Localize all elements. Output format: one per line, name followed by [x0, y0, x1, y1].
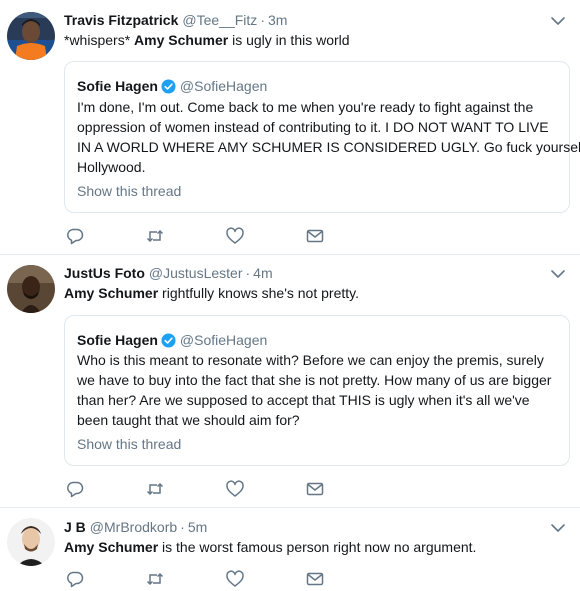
- tweet-text-bold: Amy Schumer: [64, 539, 159, 555]
- avatar[interactable]: [7, 265, 55, 313]
- quoted-author-name: Sofie Hagen: [77, 332, 158, 348]
- show-thread-link[interactable]: Show this thread: [77, 182, 181, 200]
- verified-badge-icon: [161, 333, 176, 348]
- message-icon[interactable]: [305, 569, 325, 589]
- separator: ·: [180, 519, 185, 535]
- tweet-text-part: *whispers*: [64, 32, 135, 48]
- quoted-text-line: Who is this meant to resonate with? Befo…: [77, 352, 544, 368]
- quoted-author-handle: @SofieHagen: [179, 78, 268, 94]
- quoted-tweet-text: Who is this meant to resonate with? Befo…: [77, 350, 563, 430]
- show-thread-link[interactable]: Show this thread: [77, 435, 181, 453]
- author-name[interactable]: Travis Fitzpatrick: [64, 12, 178, 28]
- message-icon[interactable]: [305, 226, 325, 246]
- quoted-author-name: Sofie Hagen: [77, 78, 158, 94]
- separator: ·: [260, 12, 265, 28]
- quoted-text-line: Hollywood.: [77, 159, 146, 175]
- quoted-text-line: oppression of women instead of contribut…: [77, 119, 549, 135]
- tweet-header: J B @MrBrodkorb · 5m: [64, 518, 207, 536]
- reply-icon[interactable]: [65, 569, 85, 589]
- quoted-tweet-header: Sofie Hagen @SofieHagen: [77, 77, 267, 95]
- quoted-text-line: we have to buy into the fact that she is…: [77, 372, 552, 388]
- quoted-text-line: been taught that we should aim for?: [77, 412, 300, 428]
- chevron-down-icon[interactable]: [550, 266, 566, 282]
- heart-icon[interactable]: [225, 479, 245, 499]
- quoted-tweet[interactable]: Sofie Hagen @SofieHagen Who is this meant…: [64, 315, 570, 466]
- quoted-tweet-header: Sofie Hagen @SofieHagen: [77, 331, 267, 349]
- retweet-icon[interactable]: [145, 226, 165, 246]
- separator: ·: [245, 265, 251, 281]
- retweet-icon[interactable]: [145, 479, 165, 499]
- verified-badge-icon: [161, 79, 176, 94]
- tweet-text-part: rightfully knows she's not pretty.: [158, 285, 359, 301]
- tweet-text: *whispers* Amy Schumer is ugly in this w…: [64, 31, 564, 50]
- tweet-text-part: is ugly in this world: [228, 32, 350, 48]
- reply-icon[interactable]: [65, 479, 85, 499]
- tweet-text: Amy Schumer is the worst famous person r…: [64, 538, 564, 557]
- quoted-text-line: IN A WORLD WHERE AMY SCHUMER IS CONSIDER…: [77, 139, 580, 155]
- author-handle[interactable]: @JustusLester: [149, 265, 243, 281]
- tweet-text-bold: Amy Schumer: [134, 32, 229, 48]
- author-name[interactable]: JustUs Foto: [64, 265, 145, 281]
- author-handle[interactable]: @Tee__Fitz: [182, 12, 257, 28]
- tweet-text-part: is the worst famous person right now no …: [158, 539, 477, 555]
- author-handle[interactable]: @MrBrodkorb: [90, 519, 177, 535]
- quoted-text-line: than her? Are we supposed to accept that…: [77, 392, 530, 408]
- chevron-down-icon[interactable]: [550, 520, 566, 536]
- message-icon[interactable]: [305, 479, 325, 499]
- quoted-text-line: I'm done, I'm out. Come back to me when …: [77, 99, 534, 115]
- avatar[interactable]: [7, 518, 55, 566]
- chevron-down-icon[interactable]: [550, 13, 566, 29]
- tweet-text-bold: Amy Schumer: [64, 285, 159, 301]
- author-name[interactable]: J B: [64, 519, 86, 535]
- tweet[interactable]: Travis Fitzpatrick @Tee__Fitz · 3m *whisper…: [0, 0, 580, 255]
- timestamp[interactable]: 5m: [188, 519, 207, 535]
- timestamp[interactable]: 4m: [253, 265, 272, 281]
- heart-icon[interactable]: [225, 226, 245, 246]
- quoted-tweet-text: I'm done, I'm out. Come back to me when …: [77, 97, 580, 177]
- tweet-header: Travis Fitzpatrick @Tee__Fitz · 3m: [64, 11, 287, 29]
- tweet-actions: [64, 226, 334, 246]
- tweet-actions: [64, 479, 334, 499]
- tweet-actions: [64, 569, 334, 589]
- tweet[interactable]: J B @MrBrodkorb · 5m Amy Schumer is the wor…: [0, 508, 580, 591]
- heart-icon[interactable]: [225, 569, 245, 589]
- tweet-header: JustUs Foto @JustusLester · 4m: [64, 264, 273, 282]
- quoted-author-handle: @SofieHagen: [179, 332, 268, 348]
- retweet-icon[interactable]: [145, 569, 165, 589]
- tweet[interactable]: JustUs Foto @JustusLester · 4m Amy Schumer …: [0, 255, 580, 508]
- avatar[interactable]: [7, 12, 55, 60]
- quoted-tweet[interactable]: Sofie Hagen @SofieHagen I'm done, I'm out…: [64, 61, 580, 213]
- timestamp[interactable]: 3m: [268, 12, 287, 28]
- tweet-text: Amy Schumer rightfully knows she's not p…: [64, 284, 564, 303]
- reply-icon[interactable]: [65, 226, 85, 246]
